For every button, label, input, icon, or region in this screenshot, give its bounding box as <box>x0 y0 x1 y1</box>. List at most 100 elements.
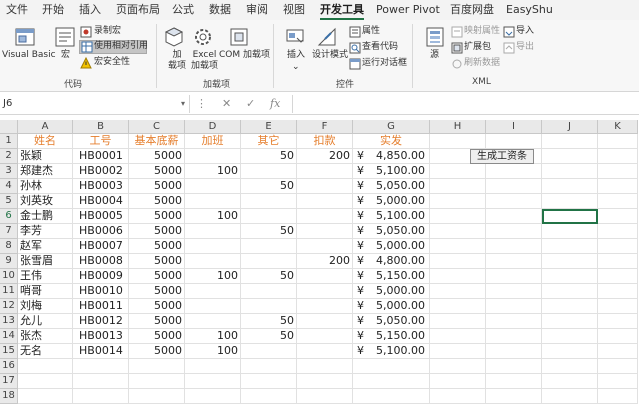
cell[interactable] <box>542 344 598 359</box>
cell[interactable]: 刘梅 <box>18 299 73 314</box>
cell[interactable]: 5000 <box>129 164 185 179</box>
cell[interactable] <box>598 239 638 254</box>
cell[interactable] <box>542 224 598 239</box>
cell[interactable] <box>542 314 598 329</box>
cell[interactable]: 5000 <box>129 149 185 164</box>
cell[interactable] <box>241 359 297 374</box>
cell[interactable] <box>486 134 542 149</box>
cell[interactable] <box>486 254 542 269</box>
cell[interactable] <box>185 314 241 329</box>
column-header[interactable]: G <box>353 120 430 134</box>
row-header[interactable]: 9 <box>0 254 18 269</box>
cell[interactable] <box>598 344 638 359</box>
cell[interactable] <box>542 329 598 344</box>
cell[interactable]: HB0013 <box>73 329 129 344</box>
cell[interactable]: 张杰 <box>18 329 73 344</box>
tab-page-layout[interactable]: 页面布局 <box>116 2 160 18</box>
column-header[interactable]: C <box>129 120 185 134</box>
row-header[interactable]: 15 <box>0 344 18 359</box>
table-header-cell[interactable]: 加班 <box>185 134 241 149</box>
cell[interactable]: ¥5,000.00 <box>353 284 430 299</box>
design-mode-icon[interactable] <box>316 26 338 48</box>
cell[interactable] <box>598 209 638 224</box>
cell[interactable] <box>73 359 129 374</box>
insert-control-icon[interactable] <box>284 26 306 48</box>
cell[interactable] <box>430 269 486 284</box>
cell[interactable] <box>185 389 241 404</box>
row-header[interactable]: 6 <box>0 209 18 224</box>
tab-home[interactable]: 开始 <box>42 2 64 18</box>
cell[interactable] <box>297 224 353 239</box>
cell[interactable]: 无名 <box>18 344 73 359</box>
cell[interactable] <box>353 359 430 374</box>
tab-view[interactable]: 视图 <box>283 2 305 18</box>
xml-source-button[interactable]: 源 <box>430 50 439 61</box>
cell[interactable]: 允儿 <box>18 314 73 329</box>
cell[interactable]: 50 <box>241 314 297 329</box>
cell[interactable]: ¥5,100.00 <box>353 344 430 359</box>
table-header-cell[interactable]: 实发 <box>353 134 430 149</box>
cell[interactable] <box>430 359 486 374</box>
cell[interactable] <box>430 389 486 404</box>
cell[interactable] <box>297 164 353 179</box>
cell[interactable] <box>542 269 598 284</box>
cell[interactable] <box>542 164 598 179</box>
select-all-corner[interactable] <box>0 120 18 134</box>
chevron-down-icon[interactable]: ▾ <box>181 95 185 113</box>
table-header-cell[interactable]: 工号 <box>73 134 129 149</box>
cell[interactable] <box>430 224 486 239</box>
macros-button[interactable]: 宏 <box>61 50 70 61</box>
table-header-cell[interactable]: 其它 <box>241 134 297 149</box>
cell[interactable]: HB0007 <box>73 239 129 254</box>
cell[interactable]: HB0012 <box>73 314 129 329</box>
cell[interactable] <box>430 239 486 254</box>
cell[interactable] <box>598 389 638 404</box>
cell[interactable]: ¥5,150.00 <box>353 269 430 284</box>
cell[interactable]: 5000 <box>129 239 185 254</box>
cell[interactable] <box>129 359 185 374</box>
cell[interactable]: 5000 <box>129 284 185 299</box>
tab-file[interactable]: 文件 <box>6 2 28 18</box>
cell[interactable]: 5000 <box>129 344 185 359</box>
cell[interactable]: 刘英玫 <box>18 194 73 209</box>
table-header-cell[interactable]: 姓名 <box>18 134 73 149</box>
cell[interactable]: HB0010 <box>73 284 129 299</box>
record-macro-button[interactable]: 录制宏 <box>94 26 121 37</box>
cell[interactable] <box>241 194 297 209</box>
cell[interactable]: 100 <box>185 269 241 284</box>
cell[interactable] <box>297 209 353 224</box>
row-header[interactable]: 13 <box>0 314 18 329</box>
cell[interactable]: HB0006 <box>73 224 129 239</box>
cell[interactable] <box>486 194 542 209</box>
cell[interactable]: 50 <box>241 179 297 194</box>
cell[interactable] <box>542 359 598 374</box>
cell[interactable] <box>430 164 486 179</box>
tab-easyshu[interactable]: EasyShu <box>506 2 553 18</box>
cell[interactable] <box>129 374 185 389</box>
map-properties-button[interactable]: 映射属性 <box>464 26 500 37</box>
cell[interactable]: HB0004 <box>73 194 129 209</box>
cell[interactable]: 5000 <box>129 329 185 344</box>
cell[interactable]: HB0002 <box>73 164 129 179</box>
cell[interactable]: 50 <box>241 329 297 344</box>
cell[interactable] <box>297 269 353 284</box>
cell[interactable] <box>486 329 542 344</box>
cell[interactable] <box>185 284 241 299</box>
cell[interactable] <box>297 239 353 254</box>
cell[interactable]: 金士鹏 <box>18 209 73 224</box>
cell[interactable] <box>430 284 486 299</box>
properties-button[interactable]: 属性 <box>362 26 380 37</box>
cell[interactable] <box>598 359 638 374</box>
cell[interactable]: 100 <box>185 164 241 179</box>
cell[interactable] <box>185 179 241 194</box>
cell[interactable] <box>18 359 73 374</box>
view-code-button[interactable]: 查看代码 <box>362 42 398 53</box>
expansion-packs-button[interactable]: 扩展包 <box>464 42 491 53</box>
cell[interactable] <box>486 299 542 314</box>
cell[interactable] <box>486 374 542 389</box>
com-addins-icon[interactable] <box>228 26 250 48</box>
cell[interactable]: HB0003 <box>73 179 129 194</box>
cell[interactable] <box>241 209 297 224</box>
row-header[interactable]: 3 <box>0 164 18 179</box>
cell[interactable]: ¥5,100.00 <box>353 209 430 224</box>
